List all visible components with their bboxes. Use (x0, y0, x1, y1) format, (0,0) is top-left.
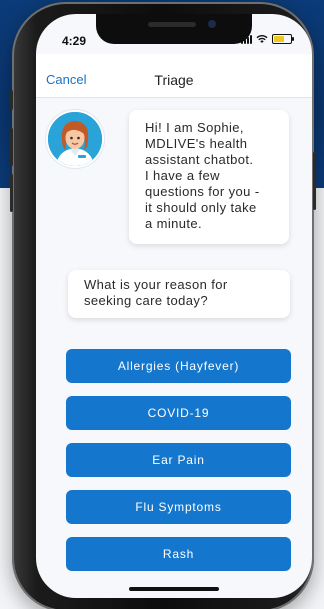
mute-switch (10, 90, 13, 110)
phone-frame: 4:29 Cancel Triage Hi! I am Sophie, MDLI… (10, 2, 316, 609)
status-time: 4:29 (62, 34, 87, 48)
intro-line: MDLIVE's health (145, 136, 248, 151)
nav-bar: Cancel Triage (36, 54, 312, 98)
intro-line: it should only take (145, 200, 257, 215)
option-ear-pain-button[interactable]: Ear Pain (66, 443, 291, 477)
chat-bubble-intro: Hi! I am Sophie, MDLIVE's health assista… (129, 110, 289, 244)
question-line: seeking care today? (84, 293, 208, 308)
intro-line: Hi! I am Sophie, (145, 120, 244, 135)
intro-line: questions for you - (145, 184, 260, 199)
option-covid-button[interactable]: COVID-19 (66, 396, 291, 430)
intro-line: assistant chatbot. (145, 152, 254, 167)
intro-line: I have a few (145, 168, 220, 183)
page-title: Triage (154, 72, 194, 88)
option-rash-button[interactable]: Rash (66, 537, 291, 571)
option-allergies-button[interactable]: Allergies (Hayfever) (66, 349, 291, 383)
phone-screen: 4:29 Cancel Triage Hi! I am Sophie, MDLI… (36, 14, 312, 598)
question-line: What is your reason for (84, 277, 228, 292)
volume-up-button (10, 128, 13, 166)
intro-line: a minute. (145, 216, 203, 231)
front-camera (208, 20, 216, 28)
chat-bubble-question: What is your reason for seeking care tod… (68, 270, 290, 318)
option-flu-symptoms-button[interactable]: Flu Symptoms (66, 490, 291, 524)
battery-icon (272, 34, 294, 44)
wifi-icon (256, 35, 268, 43)
notch (96, 14, 252, 44)
doctor-avatar-icon (46, 110, 104, 168)
speaker-grille (148, 22, 196, 27)
home-indicator[interactable] (129, 587, 219, 591)
power-button (313, 152, 316, 210)
volume-down-button (10, 174, 13, 212)
